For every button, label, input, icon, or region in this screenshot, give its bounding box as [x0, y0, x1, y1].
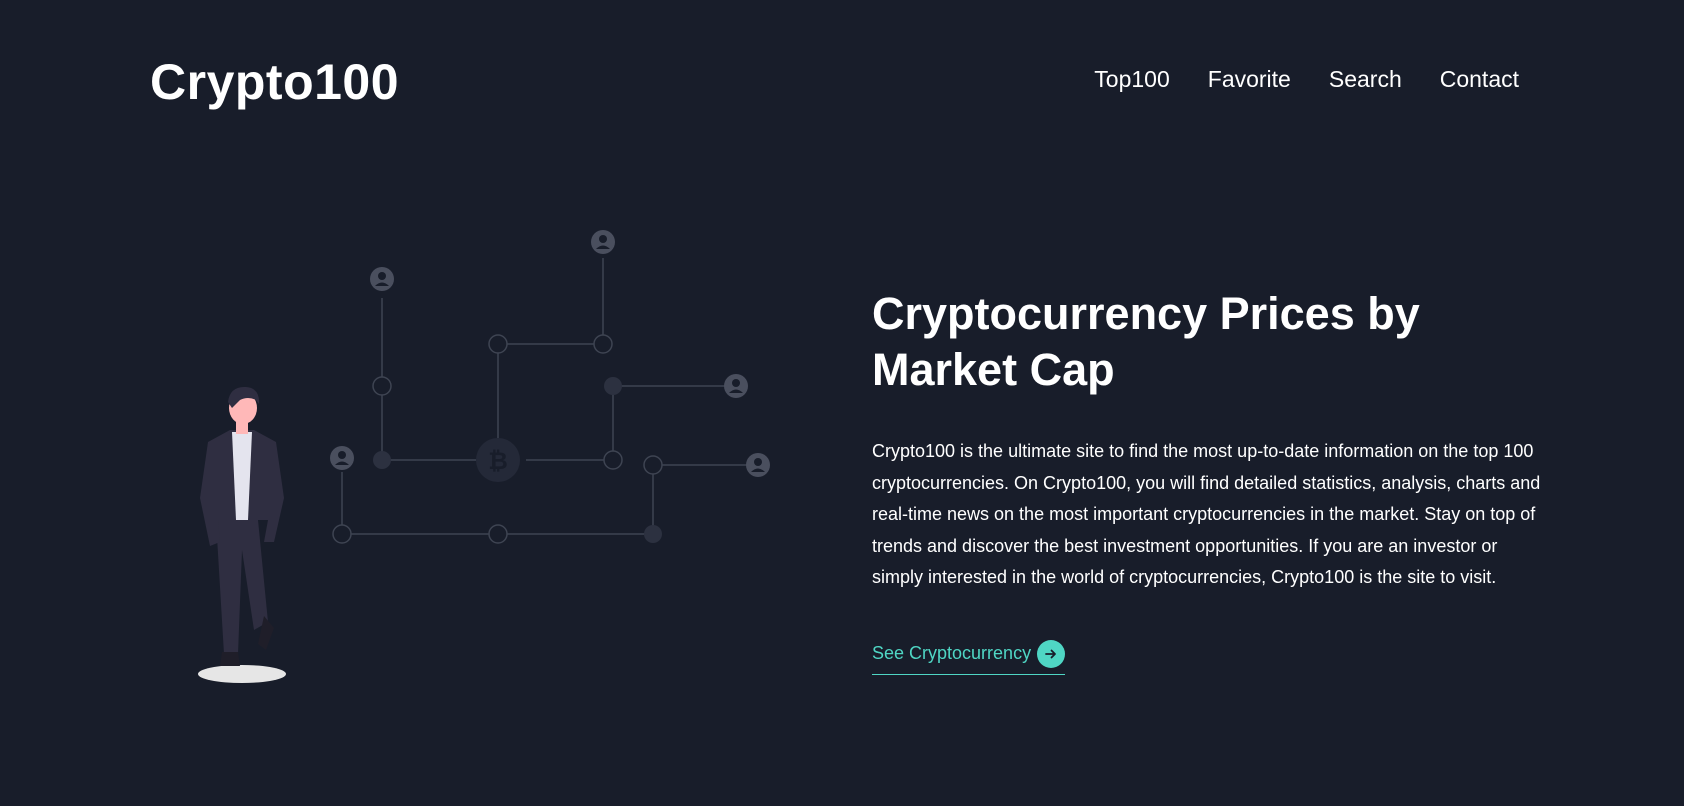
crypto-network-illustration: ₿ — [198, 230, 770, 683]
bitcoin-icon: ₿ — [476, 438, 520, 482]
nav-link-favorite[interactable]: Favorite — [1208, 64, 1291, 94]
network-node — [488, 334, 508, 354]
user-icon — [591, 230, 615, 254]
network-node — [372, 376, 392, 396]
user-icon — [370, 267, 394, 291]
site-header: Crypto100 Top100 Favorite Search Contact — [0, 0, 1684, 160]
svg-text:₿: ₿ — [488, 447, 508, 475]
network-node — [332, 524, 352, 544]
user-icon — [746, 453, 770, 477]
network-node-filled — [604, 377, 622, 395]
network-lines — [341, 258, 758, 535]
user-icons — [330, 230, 770, 477]
nav-link-top100[interactable]: Top100 — [1094, 64, 1169, 94]
network-node — [643, 455, 663, 475]
network-node — [593, 334, 613, 354]
network-node-filled — [373, 451, 391, 469]
user-icon — [724, 374, 748, 398]
user-icon — [330, 446, 354, 470]
arrow-right-icon — [1037, 639, 1066, 668]
hero-illustration: ₿ — [180, 230, 800, 700]
network-node-filled — [644, 525, 662, 543]
main-nav: Top100 Favorite Search Contact — [1094, 64, 1519, 94]
hero-section: Cryptocurrency Prices by Market Cap Cryp… — [872, 286, 1542, 675]
site-logo[interactable]: Crypto100 — [150, 52, 399, 112]
cta-label: See Cryptocurrency — [872, 643, 1032, 663]
nav-link-search[interactable]: Search — [1329, 64, 1402, 94]
nav-link-contact[interactable]: Contact — [1440, 64, 1519, 94]
network-node — [488, 524, 508, 544]
hero-title: Cryptocurrency Prices by Market Cap — [872, 288, 1420, 395]
see-cryptocurrency-button[interactable]: See Cryptocurrency — [872, 639, 1066, 675]
network-node — [603, 450, 623, 470]
hero-description: Crypto100 is the ultimate site to find t… — [872, 441, 1541, 587]
person-figure — [198, 386, 286, 683]
